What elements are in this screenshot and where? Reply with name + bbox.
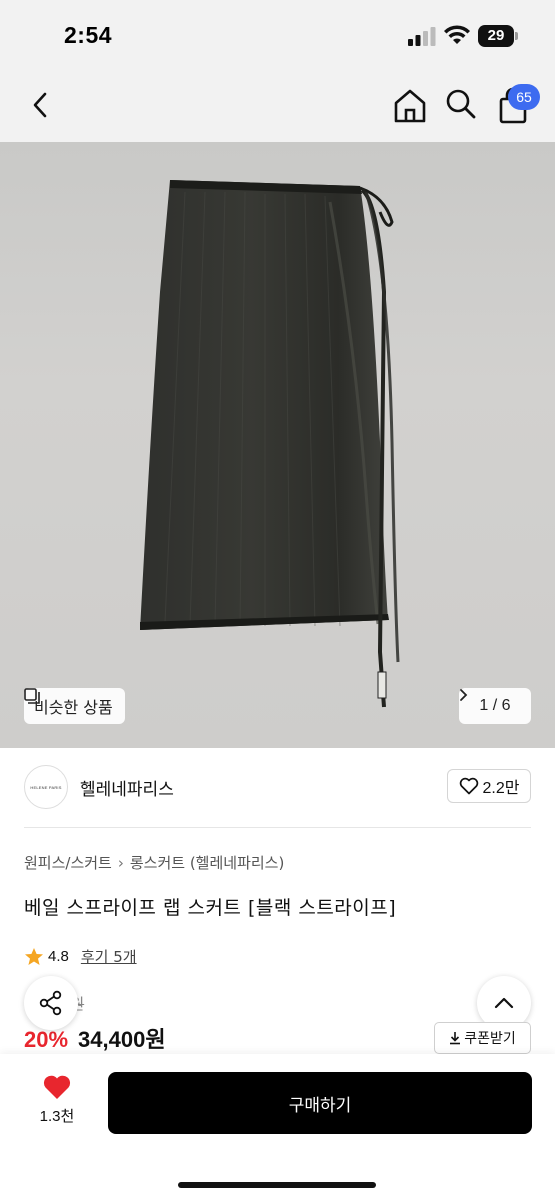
wishlist-count: 1.3천 [39,1108,75,1125]
search-icon [446,89,476,119]
battery-level: 29 [478,25,514,47]
breadcrumb-chevron-icon: › [117,853,124,872]
coupon-label: 쿠폰받기 [464,1031,516,1047]
home-icon [394,89,426,123]
image-page-counter[interactable]: 1 / 6 [459,688,531,724]
similar-items-icon [24,688,40,704]
wishlist-button[interactable]: 1.3천 [24,1074,90,1134]
status-time: 2:54 [64,22,113,48]
rating-value: 4.8 [48,948,69,965]
share-button[interactable] [24,976,78,1030]
search-button[interactable] [443,86,479,122]
product-title: 베일 스프라이프 랩 스커트 [블랙 스트라이프] [24,897,397,919]
review-link[interactable]: 후기 5개 [81,946,137,967]
top-nav-bar [0,70,555,142]
store-like-count: 2.2만 [482,780,520,797]
sale-price: 34,400원 [78,1027,166,1052]
store-logo[interactable]: HELENE PARIS [24,765,68,809]
chevron-right-icon [460,689,468,701]
status-bar: 2:54 29 [0,0,555,70]
image-page-text: 1 / 6 [479,697,511,714]
skirt-photo [140,180,400,708]
bottom-action-bar: 1.3천 구매하기 [0,1054,555,1200]
back-icon [33,92,47,118]
breadcrumb-subcategory[interactable]: 롱스커트 (헬레네파리스) [130,852,284,873]
heart-outline-icon [459,777,478,795]
star-icon [25,948,43,965]
divider [24,827,531,828]
breadcrumb-category[interactable]: 원피스/스커트 [24,852,112,873]
home-indicator [178,1182,376,1188]
similar-products-button[interactable]: 비슷한 상품 [24,688,125,724]
store-like-button[interactable]: 2.2만 [447,769,531,803]
chevron-up-icon [494,997,514,1009]
wifi-icon [444,25,470,44]
battery-icon: 29 [478,25,518,47]
download-icon [450,1032,461,1045]
store-row[interactable]: HELENE PARIS 헬레네파리스 2.2만 [0,748,555,828]
similar-products-label: 비슷한 상품 [34,698,113,717]
discount-rate: 20% [24,1027,69,1052]
buy-button[interactable]: 구매하기 [108,1072,532,1134]
signal-icon [408,27,436,46]
breadcrumb: 원피스/스커트 › 롱스커트 (헬레네파리스) [24,852,284,873]
rating-row: 4.8 후기 5개 [24,946,137,967]
home-button[interactable] [390,86,430,126]
product-image[interactable]: 비슷한 상품 1 / 6 [0,142,555,748]
coupon-download-button[interactable]: 쿠폰받기 [434,1022,531,1054]
store-name[interactable]: 헬레네파리스 [80,775,174,800]
share-icon [39,990,62,1016]
back-button[interactable] [24,88,58,122]
heart-filled-icon [43,1075,71,1099]
cart-count-badge: 65 [508,84,540,110]
